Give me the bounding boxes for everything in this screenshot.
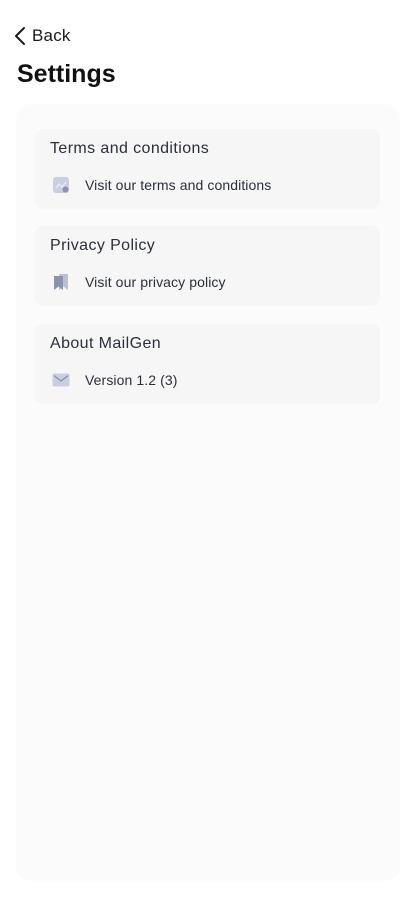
document-icon — [51, 175, 71, 195]
page-title: Settings — [17, 60, 116, 88]
about-card[interactable]: About MailGen Version 1.2 (3) — [35, 324, 380, 404]
privacy-link[interactable]: Visit our privacy policy — [51, 272, 226, 292]
version-label: Version 1.2 (3) — [85, 372, 178, 388]
terms-title: Terms and conditions — [50, 140, 210, 157]
settings-panel: Terms and conditions Visit our terms and… — [17, 105, 399, 880]
terms-link-label: Visit our terms and conditions — [85, 177, 272, 193]
back-button[interactable]: Back — [14, 22, 71, 50]
chevron-left-icon — [14, 26, 26, 46]
terms-link[interactable]: Visit our terms and conditions — [51, 175, 271, 195]
bookmark-icon — [51, 272, 71, 292]
terms-card[interactable]: Terms and conditions Visit our terms and… — [35, 129, 380, 209]
privacy-card[interactable]: Privacy Policy Visit our privacy policy — [35, 226, 380, 306]
back-label: Back — [32, 26, 71, 45]
version-row: Version 1.2 (3) — [51, 370, 178, 390]
mail-icon — [51, 370, 71, 390]
privacy-title: Privacy Policy — [50, 237, 156, 254]
privacy-link-label: Visit our privacy policy — [85, 274, 226, 290]
about-title: About MailGen — [50, 335, 162, 352]
